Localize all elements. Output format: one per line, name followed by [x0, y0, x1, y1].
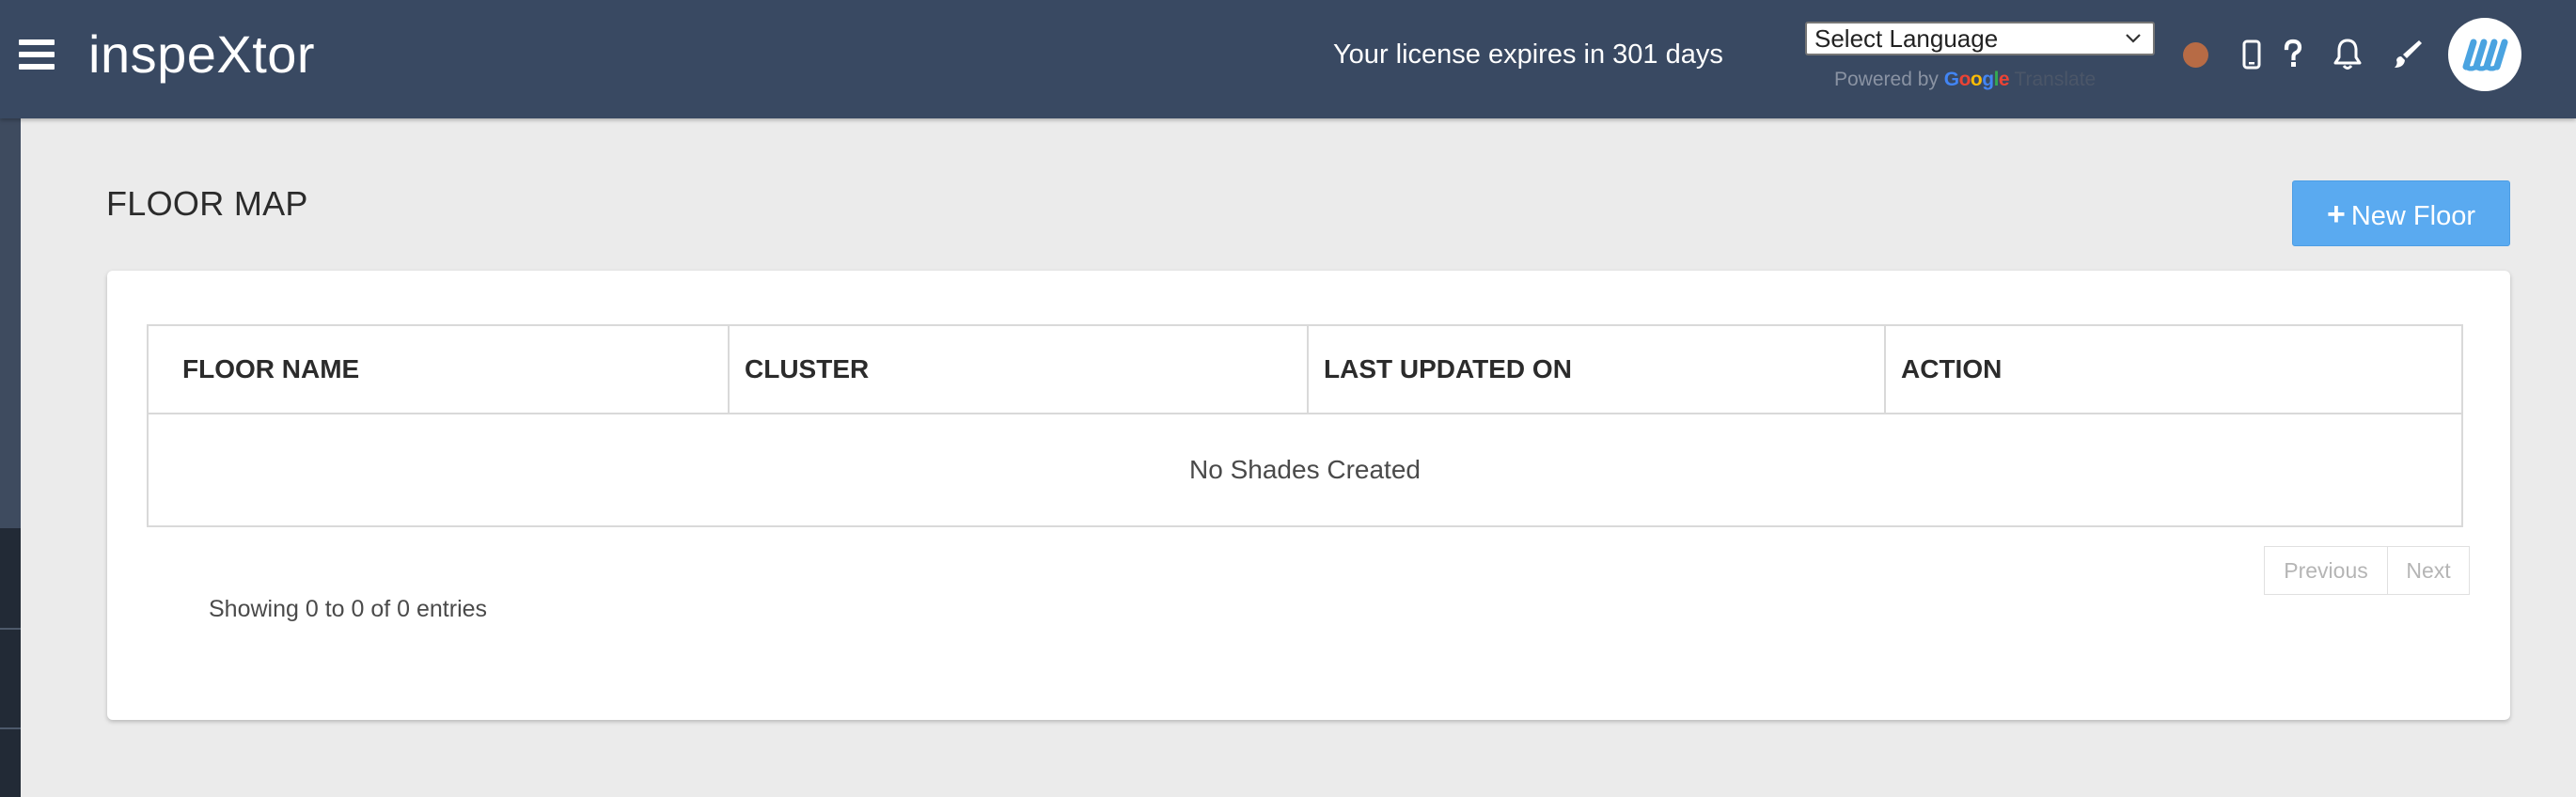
language-select[interactable]: Select Language	[1805, 22, 2155, 55]
google-translate-attribution: Powered by Google Translate	[1834, 68, 2096, 92]
menu-bar	[19, 52, 55, 57]
menu-bar	[19, 39, 55, 45]
pagination-previous-button[interactable]: Previous	[2264, 546, 2388, 595]
page-title: FLOOR MAP	[106, 184, 308, 223]
column-header-floor-name[interactable]: FLOOR NAME	[149, 326, 728, 413]
chevron-down-icon	[2126, 34, 2141, 43]
pagination-next-button[interactable]: Next	[2387, 546, 2470, 595]
status-indicator	[2183, 42, 2208, 68]
bell-icon[interactable]	[2328, 35, 2367, 74]
new-floor-button[interactable]: + New Floor	[2292, 180, 2510, 246]
menu-icon[interactable]	[19, 38, 56, 71]
menu-bar	[19, 64, 55, 70]
app-brand[interactable]: inspeXtor	[88, 23, 315, 86]
translate-label: Translate	[2014, 69, 2097, 90]
plus-icon: +	[2326, 196, 2346, 232]
powered-by-label: Powered by	[1834, 69, 1939, 90]
company-logo-icon	[2462, 39, 2508, 71]
table-empty-message: No Shades Created	[1189, 455, 1421, 484]
help-icon[interactable]	[2273, 35, 2313, 74]
language-select-value: Select Language	[1814, 24, 1999, 53]
column-header-cluster[interactable]: CLUSTER	[728, 326, 1307, 413]
column-header-action[interactable]: ACTION	[1884, 326, 2461, 413]
sidebar-edge-divider	[0, 628, 21, 630]
google-logo[interactable]: Google	[1944, 69, 2015, 90]
table-info: Showing 0 to 0 of 0 entries	[209, 596, 488, 622]
floor-table: FLOOR NAME CLUSTER LAST UPDATED ON ACTIO…	[147, 324, 2463, 527]
table-header: FLOOR NAME CLUSTER LAST UPDATED ON ACTIO…	[149, 326, 2461, 414]
brush-icon[interactable]	[2386, 35, 2426, 74]
mobile-icon[interactable]	[2232, 35, 2271, 74]
sidebar-edge-dark	[0, 528, 21, 797]
new-floor-button-label: New Floor	[2350, 201, 2475, 231]
license-notice: Your license expires in 301 days	[1333, 39, 1723, 70]
sidebar-collapsed-edge	[0, 118, 21, 797]
column-header-last-updated[interactable]: LAST UPDATED ON	[1307, 326, 1884, 413]
top-navbar: inspeXtor Your license expires in 301 da…	[0, 0, 2576, 118]
sidebar-edge-divider	[0, 727, 21, 729]
user-avatar[interactable]	[2448, 18, 2521, 91]
